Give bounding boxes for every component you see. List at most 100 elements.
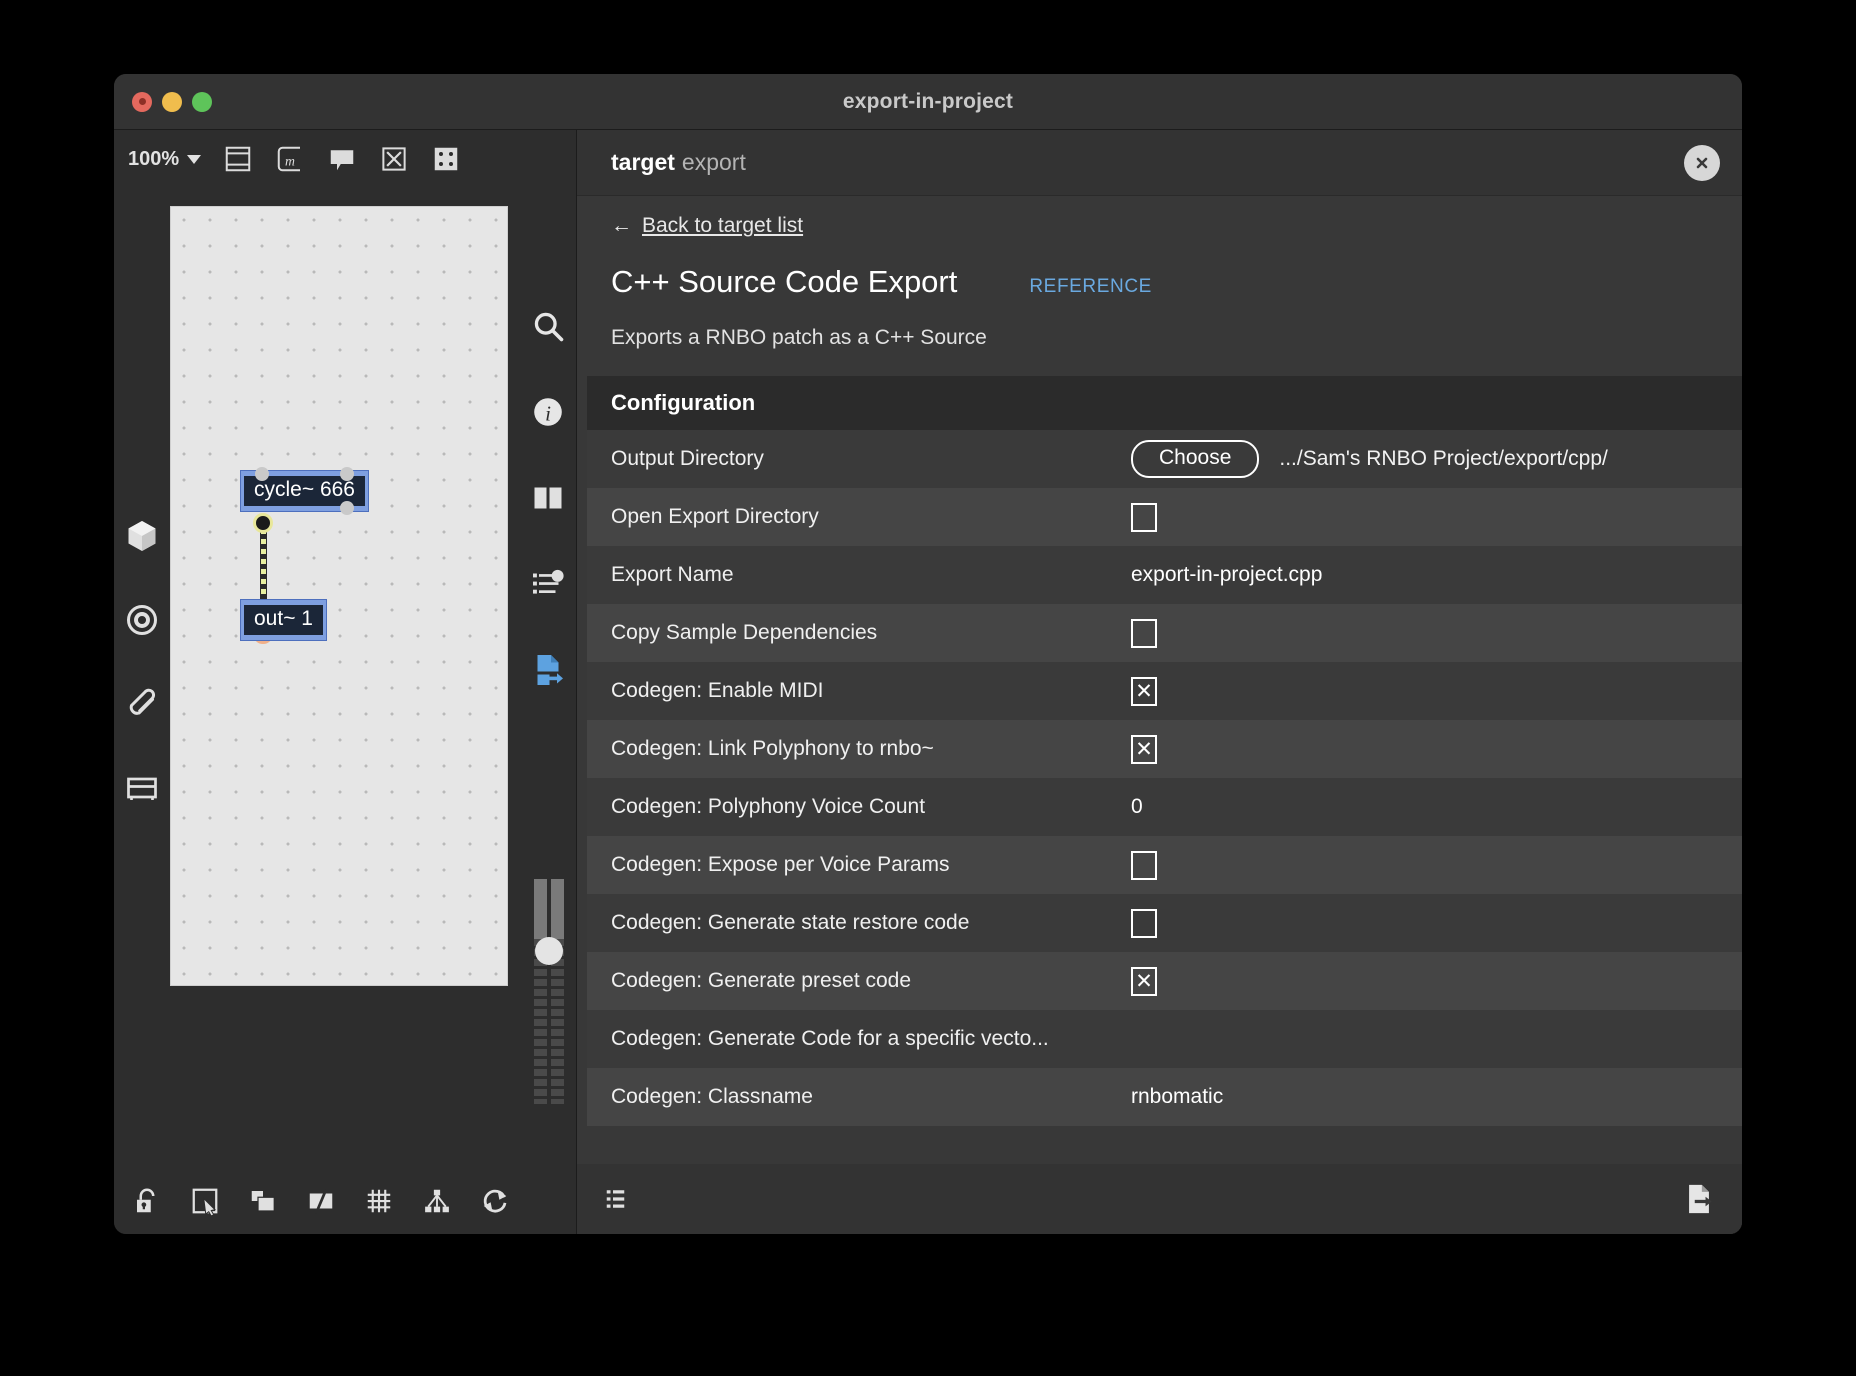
split-icon[interactable] bbox=[306, 1186, 336, 1216]
close-icon bbox=[1696, 157, 1708, 168]
row-control: ✕ bbox=[1131, 676, 1730, 706]
export-title: C++ Source Code Export bbox=[611, 264, 958, 299]
window-title: export-in-project bbox=[842, 89, 1014, 113]
row-control: export-in-project.cpp bbox=[1131, 563, 1730, 587]
patch-canvas[interactable]: cycle~ 666 out~ 1 bbox=[170, 206, 508, 986]
row-control bbox=[1131, 908, 1730, 938]
export-description: Exports a RNBO patch as a C++ Source bbox=[611, 326, 987, 349]
configuration-rows: Output Directory Choose .../Sam's RNBO P… bbox=[587, 430, 1742, 1126]
cycle-object[interactable]: cycle~ 666 bbox=[241, 467, 368, 515]
table-row[interactable]: Copy Sample Dependencies bbox=[587, 604, 1742, 662]
choose-directory-button[interactable]: Choose bbox=[1131, 440, 1260, 478]
table-row[interactable]: Codegen: Generate preset code ✕ bbox=[587, 952, 1742, 1010]
row-label: Copy Sample Dependencies bbox=[611, 621, 878, 644]
row-control: 0 bbox=[1131, 795, 1730, 819]
layers-icon[interactable] bbox=[248, 1186, 278, 1216]
presentation-mode-icon[interactable] bbox=[223, 144, 253, 174]
row-label: Codegen: Generate Code for a specific ve… bbox=[611, 1027, 1049, 1050]
row-control: rnbomatic bbox=[1131, 1085, 1730, 1109]
generate-state-restore-code-checkbox[interactable] bbox=[1131, 908, 1157, 938]
patcher-bottom-toolbar bbox=[114, 1168, 576, 1234]
table-row[interactable]: Output Directory Choose .../Sam's RNBO P… bbox=[587, 430, 1742, 488]
reference-link[interactable]: REFERENCE bbox=[1029, 276, 1152, 298]
row-label: Output Directory bbox=[611, 447, 764, 470]
export-panel-intro: ← Back to target list C++ Source Code Ex… bbox=[577, 196, 1742, 376]
window-body: 100% m cycle~ 666 out~ 1 i target export… bbox=[114, 130, 1742, 1234]
table-row[interactable]: Codegen: Generate state restore code bbox=[587, 894, 1742, 952]
polyphony-voice-count-value[interactable]: 0 bbox=[1131, 795, 1143, 819]
chevron-down-icon bbox=[187, 154, 202, 164]
cycle-inlet-left[interactable] bbox=[255, 467, 269, 481]
parameters-icon[interactable] bbox=[530, 566, 566, 602]
columns-icon[interactable] bbox=[530, 480, 566, 516]
open-export-directory-checkbox[interactable] bbox=[1131, 502, 1157, 532]
pattr-icon[interactable] bbox=[431, 144, 461, 174]
cycle-inlet-right[interactable] bbox=[339, 467, 354, 481]
panel-breadcrumb-sub: export bbox=[681, 149, 746, 175]
gain-channel-left bbox=[534, 879, 547, 1104]
table-row[interactable]: Codegen: Polyphony Voice Count 0 bbox=[587, 778, 1742, 836]
presentation-select-icon[interactable] bbox=[190, 1186, 220, 1216]
output-directory-value: .../Sam's RNBO Project/export/cpp/ bbox=[1279, 447, 1608, 470]
table-row[interactable]: Codegen: Link Polyphony to rnbo~ ✕ bbox=[587, 720, 1742, 778]
row-label: Codegen: Generate preset code bbox=[611, 969, 912, 992]
max-object-icon[interactable]: m bbox=[275, 144, 305, 174]
refresh-icon[interactable] bbox=[480, 1186, 510, 1216]
patcher-canvas-area: cycle~ 666 out~ 1 i bbox=[114, 188, 576, 1168]
row-label: Codegen: Link Polyphony to rnbo~ bbox=[611, 737, 934, 760]
export-panel-footer bbox=[577, 1164, 1742, 1234]
back-arrow-icon: ← bbox=[611, 214, 632, 237]
row-control bbox=[1131, 850, 1730, 880]
cable-source-endpoint[interactable] bbox=[253, 513, 273, 533]
table-row[interactable]: Codegen: Generate Code for a specific ve… bbox=[587, 1010, 1742, 1068]
hierarchy-icon[interactable] bbox=[422, 1186, 452, 1216]
link-polyphony-checkbox[interactable]: ✕ bbox=[1131, 734, 1157, 764]
cancel-box-icon[interactable] bbox=[379, 144, 409, 174]
back-to-target-list-link[interactable]: ← Back to target list bbox=[611, 214, 1708, 238]
patcher-pane: 100% m cycle~ 666 out~ 1 i bbox=[114, 130, 577, 1234]
patcher-toolbar: 100% m bbox=[114, 130, 576, 188]
info-icon[interactable]: i bbox=[530, 394, 566, 430]
expose-per-voice-params-checkbox[interactable] bbox=[1131, 850, 1157, 880]
row-label: Codegen: Expose per Voice Params bbox=[611, 853, 950, 876]
export-icon[interactable] bbox=[530, 652, 566, 688]
out-object-label: out~ 1 bbox=[244, 605, 323, 635]
row-control: ✕ bbox=[1131, 966, 1730, 996]
export-name-value[interactable]: export-in-project.cpp bbox=[1131, 563, 1322, 587]
enable-midi-checkbox[interactable]: ✕ bbox=[1131, 676, 1157, 706]
out-object-selection: out~ 1 bbox=[241, 600, 326, 640]
export-title-row: C++ Source Code Export REFERENCE bbox=[611, 264, 1708, 300]
row-control bbox=[1131, 618, 1730, 648]
generate-preset-code-checkbox[interactable]: ✕ bbox=[1131, 966, 1157, 996]
patcher-right-sidebar: i bbox=[520, 188, 576, 1168]
svg-text:m: m bbox=[285, 153, 295, 168]
panel-breadcrumb-bold: target bbox=[611, 149, 675, 175]
audio-gain-slider[interactable] bbox=[534, 879, 564, 1104]
cycle-outlet-right[interactable] bbox=[339, 501, 354, 515]
close-panel-button[interactable] bbox=[1684, 144, 1720, 181]
out-object[interactable]: out~ 1 bbox=[241, 600, 326, 640]
table-row[interactable]: Open Export Directory bbox=[587, 488, 1742, 546]
list-icon[interactable] bbox=[603, 1184, 633, 1214]
gain-slider-knob[interactable] bbox=[535, 937, 563, 965]
svg-text:i: i bbox=[545, 401, 551, 425]
export-panel-header: target export bbox=[577, 130, 1742, 196]
configuration-section-title: Configuration bbox=[587, 376, 1742, 430]
canvas-wrapper: cycle~ 666 out~ 1 bbox=[114, 188, 520, 1168]
table-row[interactable]: Codegen: Expose per Voice Params bbox=[587, 836, 1742, 894]
copy-sample-dependencies-checkbox[interactable] bbox=[1131, 618, 1157, 648]
panel-breadcrumb: target export bbox=[611, 149, 746, 176]
table-row[interactable]: Codegen: Enable MIDI ✕ bbox=[587, 662, 1742, 720]
title-bar: export-in-project bbox=[114, 74, 1742, 130]
zoom-level-control[interactable]: 100% bbox=[128, 148, 202, 171]
search-icon[interactable] bbox=[530, 308, 566, 344]
unlock-icon[interactable] bbox=[132, 1186, 162, 1216]
export-file-icon[interactable] bbox=[1682, 1182, 1716, 1216]
grid-icon[interactable] bbox=[364, 1186, 394, 1216]
table-row[interactable]: Codegen: Classname rnbomatic bbox=[587, 1068, 1742, 1126]
export-panel: target export ← Back to target list C++ S… bbox=[577, 130, 1742, 1234]
classname-value[interactable]: rnbomatic bbox=[1131, 1085, 1223, 1109]
comment-icon[interactable] bbox=[327, 144, 357, 174]
table-row[interactable]: Export Name export-in-project.cpp bbox=[587, 546, 1742, 604]
app-window: export-in-project 100% m cycle~ 666 out~… bbox=[114, 74, 1742, 1234]
